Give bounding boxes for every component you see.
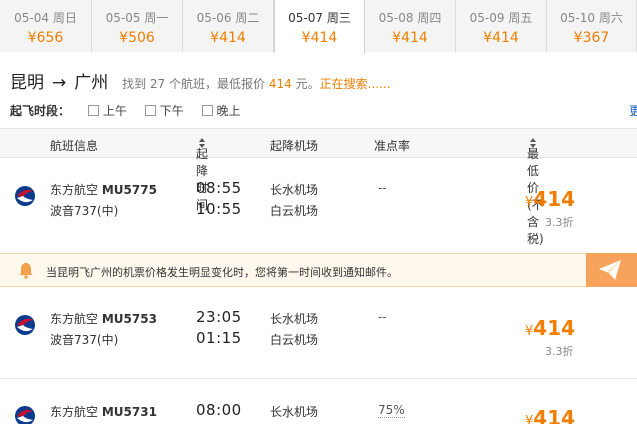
price-alert-notice: 当昆明飞广州的机票价格发生明显变化时，您将第一时间收到通知邮件。 bbox=[0, 253, 637, 287]
flight-count: 27 bbox=[149, 77, 166, 91]
arrival-airport: 白云机场 bbox=[270, 204, 319, 218]
departure-airport: 长水机场 bbox=[270, 405, 319, 419]
date-tab-0505[interactable]: 05-05 周一 ¥506 bbox=[92, 0, 183, 52]
price-amount: 414 bbox=[533, 406, 576, 424]
filter-option-label: 晚上 bbox=[216, 104, 241, 118]
price-discount: 3.3折 bbox=[545, 345, 574, 358]
date-price: ¥506 bbox=[119, 30, 155, 46]
arrival-time: 01:15 bbox=[196, 329, 242, 347]
airline-name: 东方航空 MU5775 bbox=[50, 181, 157, 198]
china-eastern-logo-icon bbox=[15, 186, 35, 206]
date-tab-bar: 05-04 周日 ¥656 05-05 周一 ¥506 05-06 周二 ¥41… bbox=[0, 0, 637, 53]
arrival-airport: 白云机场 bbox=[270, 333, 319, 347]
bell-icon bbox=[19, 263, 33, 279]
departure-airport: 长水机场 bbox=[270, 183, 319, 197]
date-price: ¥414 bbox=[392, 30, 428, 46]
date-price: ¥367 bbox=[573, 30, 610, 46]
departure-airport: 长水机场 bbox=[270, 312, 319, 326]
checkbox-box[interactable] bbox=[201, 105, 213, 116]
flight-number: MU5731 bbox=[101, 405, 157, 419]
date-label: 05-04 周日 bbox=[14, 11, 77, 25]
flight-row[interactable]: 东方航空 MU5731 08:00 长水机场 75% ¥414 bbox=[0, 380, 637, 424]
date-tab-0506[interactable]: 05-06 周二 ¥414 bbox=[183, 0, 274, 52]
departure-time: 08:00 bbox=[196, 401, 242, 419]
date-label: 05-09 周五 bbox=[469, 11, 533, 25]
aircraft-type[interactable]: 波音737(中) bbox=[50, 331, 118, 348]
price-alert-text: 当昆明飞广州的机票价格发生明显变化时，您将第一时间收到通知邮件。 bbox=[46, 266, 398, 279]
sort-icon[interactable] bbox=[199, 138, 206, 149]
filter-label: 起飞时段： bbox=[10, 104, 71, 118]
date-label: 05-06 周二 bbox=[196, 11, 260, 25]
ontime-rate[interactable]: 75% bbox=[378, 403, 405, 418]
ontime-rate: -- bbox=[378, 181, 387, 195]
flight-row[interactable]: 东方航空 MU5753 波音737(中) 23:05 01:15 长水机场 白云… bbox=[0, 289, 637, 379]
airline-label: 东方航空 bbox=[50, 183, 99, 197]
lowest-price: 414 bbox=[268, 77, 292, 91]
destination-city: 广州 bbox=[74, 73, 109, 93]
flight-number: MU5753 bbox=[101, 312, 157, 326]
date-price: ¥414 bbox=[483, 30, 519, 46]
airline-label: 东方航空 bbox=[50, 405, 99, 419]
summary-mid: 个航班，最低报价 bbox=[169, 77, 266, 91]
date-tab-0509[interactable]: 05-09 周五 ¥414 bbox=[456, 0, 547, 52]
route-summary: 昆明 → 广州 找到 27 个航班，最低报价 414 元。正在搜索...... bbox=[10, 68, 391, 93]
header-times-sort[interactable]: 起降时间 bbox=[196, 137, 208, 212]
airline-name: 东方航空 MU5731 bbox=[50, 403, 157, 420]
filter-option-label: 上午 bbox=[102, 104, 127, 118]
filter-evening-checkbox[interactable]: 晚上 bbox=[201, 102, 241, 119]
date-tab-0510[interactable]: 05-10 周六 ¥367 bbox=[547, 0, 637, 52]
date-tab-0504[interactable]: 05-04 周日 ¥656 bbox=[0, 0, 92, 52]
date-price: ¥414 bbox=[301, 30, 338, 46]
date-label: 05-07 周三 bbox=[288, 11, 351, 25]
flight-price[interactable]: ¥414 bbox=[525, 406, 575, 424]
china-eastern-logo-icon bbox=[15, 315, 35, 335]
aircraft-type[interactable]: 波音737(中) bbox=[50, 202, 118, 219]
price-amount: 414 bbox=[533, 316, 576, 340]
date-label: 05-08 周四 bbox=[378, 11, 442, 25]
date-label: 05-10 周六 bbox=[560, 11, 623, 25]
summary-prefix: 找到 bbox=[122, 77, 147, 91]
date-tab-0507-selected[interactable]: 05-07 周三 ¥414 bbox=[274, 0, 365, 53]
paper-plane-icon bbox=[599, 260, 621, 280]
departure-time: 08:55 bbox=[196, 179, 242, 197]
filter-option-label: 下午 bbox=[159, 104, 184, 118]
arrival-time: 10:55 bbox=[196, 200, 242, 218]
date-tab-0508[interactable]: 05-08 周四 ¥414 bbox=[365, 0, 456, 52]
origin-city: 昆明 bbox=[10, 73, 44, 93]
flight-number: MU5775 bbox=[101, 183, 157, 197]
sort-icon[interactable] bbox=[530, 138, 537, 149]
filter-morning-checkbox[interactable]: 上午 bbox=[87, 102, 127, 119]
flight-row[interactable]: 东方航空 MU5775 波音737(中) 08:55 10:55 长水机场 白云… bbox=[0, 159, 637, 249]
price-discount: 3.3折 bbox=[545, 216, 574, 229]
checkbox-box[interactable] bbox=[144, 105, 156, 116]
checkbox-box[interactable] bbox=[87, 105, 99, 116]
airline-name: 东方航空 MU5753 bbox=[50, 310, 157, 327]
airline-label: 东方航空 bbox=[50, 312, 99, 326]
header-ontime: 准点率 bbox=[374, 139, 411, 153]
filter-afternoon-checkbox[interactable]: 下午 bbox=[144, 102, 184, 119]
ontime-rate: -- bbox=[378, 310, 387, 324]
email-notify-button[interactable] bbox=[586, 253, 637, 287]
route-arrow: → bbox=[52, 73, 67, 93]
results-table-header: 航班信息 起降时间 起降机场 准点率 最低价(不含税) bbox=[0, 128, 637, 246]
search-summary: 找到 27 个航班，最低报价 414 元。正在搜索...... bbox=[122, 77, 390, 91]
departure-time: 23:05 bbox=[196, 308, 242, 326]
header-price-sort[interactable]: 最低价(不含税) bbox=[527, 137, 544, 246]
summary-suffix: 元。 bbox=[295, 77, 320, 91]
date-price: ¥414 bbox=[210, 30, 246, 46]
date-price: ¥656 bbox=[27, 30, 64, 46]
price-amount: 414 bbox=[533, 187, 576, 211]
departure-time-filter: 起飞时段： 上午 下午 晚上 bbox=[10, 102, 241, 120]
search-status: 正在搜索...... bbox=[319, 77, 391, 91]
date-label: 05-05 周一 bbox=[105, 11, 169, 25]
more-filters-link[interactable]: 更 bbox=[629, 102, 637, 119]
header-airports: 起降机场 bbox=[270, 139, 319, 153]
header-flight-info: 航班信息 bbox=[50, 139, 99, 153]
flight-price[interactable]: ¥414 bbox=[525, 187, 575, 211]
flight-price[interactable]: ¥414 bbox=[525, 316, 575, 340]
china-eastern-logo-icon bbox=[15, 406, 35, 424]
